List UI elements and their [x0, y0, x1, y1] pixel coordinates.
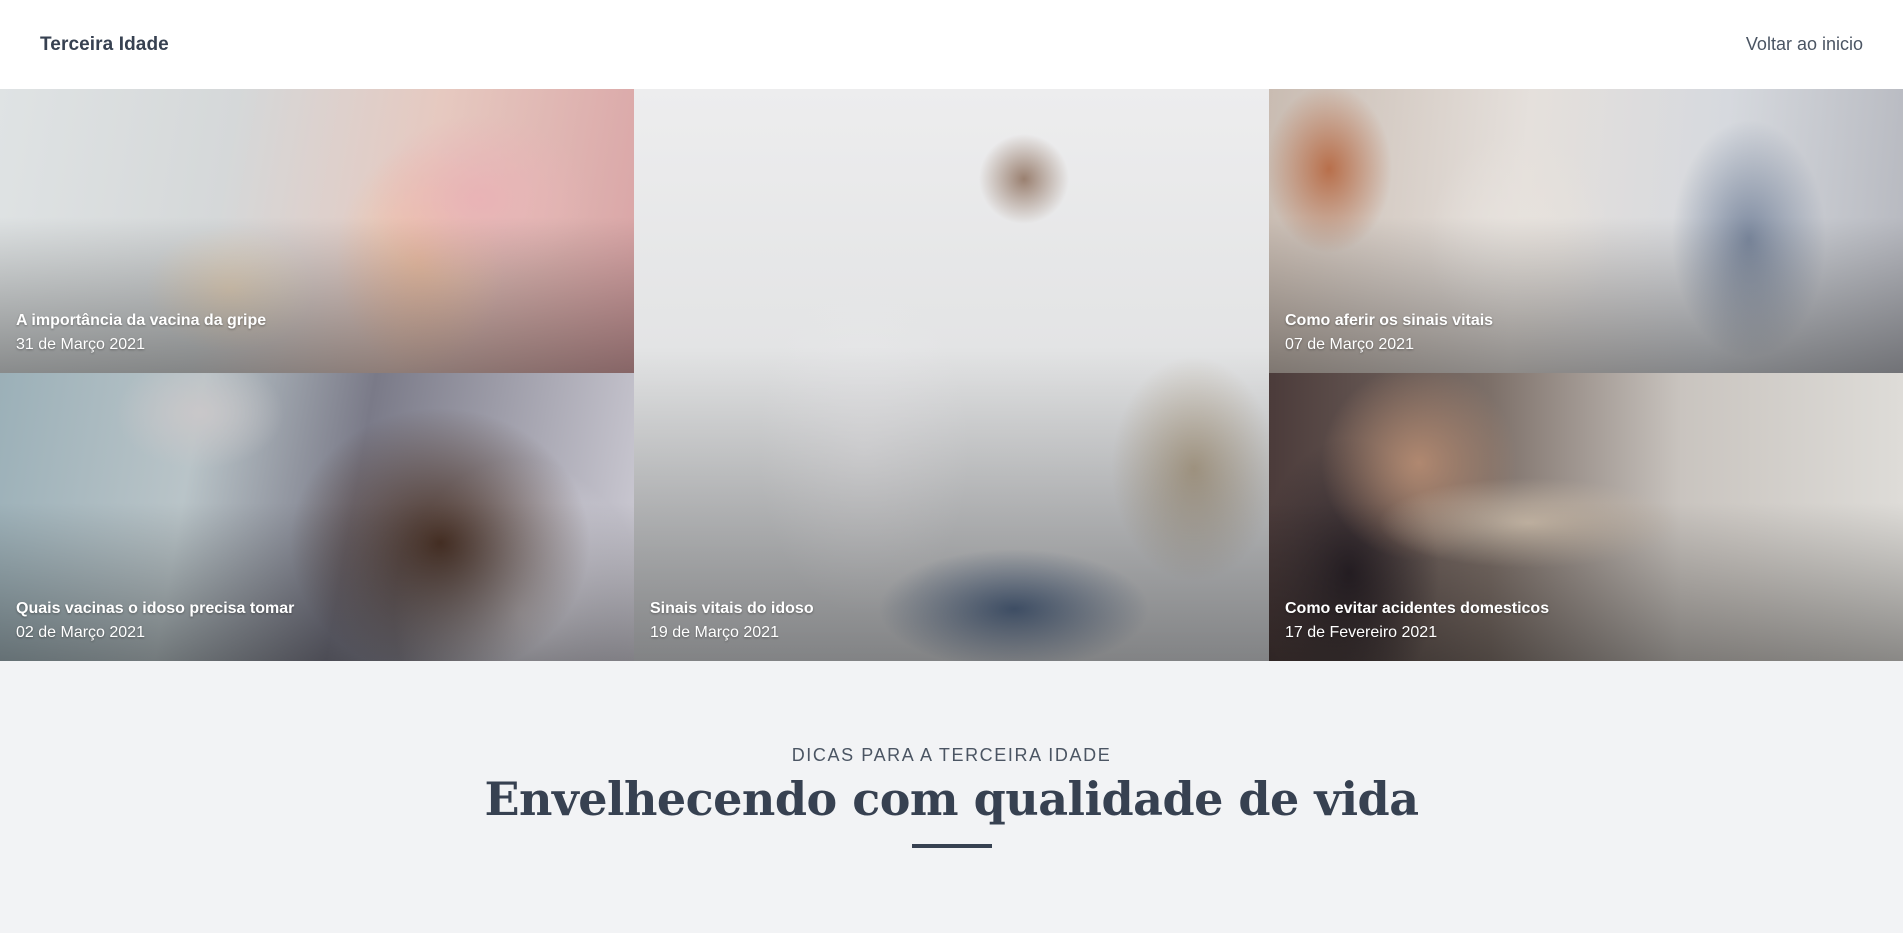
article-card-measure-vitals[interactable]: Como aferir os sinais vitais 07 de Março… — [1269, 89, 1903, 373]
article-date: 17 de Fevereiro 2021 — [1285, 624, 1438, 641]
article-title[interactable]: Sinais vitais do idoso — [650, 597, 814, 621]
article-caption: Quais vacinas o idoso precisa tomar 02 d… — [16, 597, 294, 645]
article-date: 31 de Março 2021 — [16, 336, 145, 353]
article-caption: Como aferir os sinais vitais 07 de Março… — [1285, 309, 1493, 357]
section-headline: Envelhecendo com qualidade de vida — [484, 772, 1419, 826]
back-to-home-link[interactable]: Voltar ao inicio — [1746, 34, 1863, 55]
article-grid: A importância da vacina da gripe 31 de M… — [0, 89, 1903, 661]
article-card-flu-vaccine[interactable]: A importância da vacina da gripe 31 de M… — [0, 89, 634, 373]
article-title[interactable]: Como aferir os sinais vitais — [1285, 309, 1493, 333]
article-caption: Sinais vitais do idoso 19 de Março 2021 — [650, 597, 814, 645]
article-date: 02 de Março 2021 — [16, 624, 145, 641]
article-caption: A importância da vacina da gripe 31 de M… — [16, 309, 266, 357]
brand-logo-text[interactable]: Terceira Idade — [40, 34, 169, 56]
article-card-vaccines-elderly[interactable]: Quais vacinas o idoso precisa tomar 02 d… — [0, 373, 634, 661]
article-title[interactable]: Quais vacinas o idoso precisa tomar — [16, 597, 294, 621]
section-eyebrow: DICAS PARA A TERCEIRA IDADE — [791, 745, 1112, 765]
headline-divider — [911, 844, 992, 848]
article-title[interactable]: Como evitar acidentes domesticos — [1285, 597, 1549, 621]
article-date: 07 de Março 2021 — [1285, 336, 1414, 353]
article-title[interactable]: A importância da vacina da gripe — [16, 309, 266, 333]
intro-section: DICAS PARA A TERCEIRA IDADE Envelhecendo… — [0, 661, 1903, 848]
article-date: 19 de Março 2021 — [650, 624, 779, 641]
article-card-home-accidents[interactable]: Como evitar acidentes domesticos 17 de F… — [1269, 373, 1903, 661]
article-caption: Como evitar acidentes domesticos 17 de F… — [1285, 597, 1549, 645]
article-card-vital-signs[interactable]: Sinais vitais do idoso 19 de Março 2021 — [634, 89, 1269, 661]
top-navigation-bar: Terceira Idade Voltar ao inicio — [0, 0, 1903, 89]
